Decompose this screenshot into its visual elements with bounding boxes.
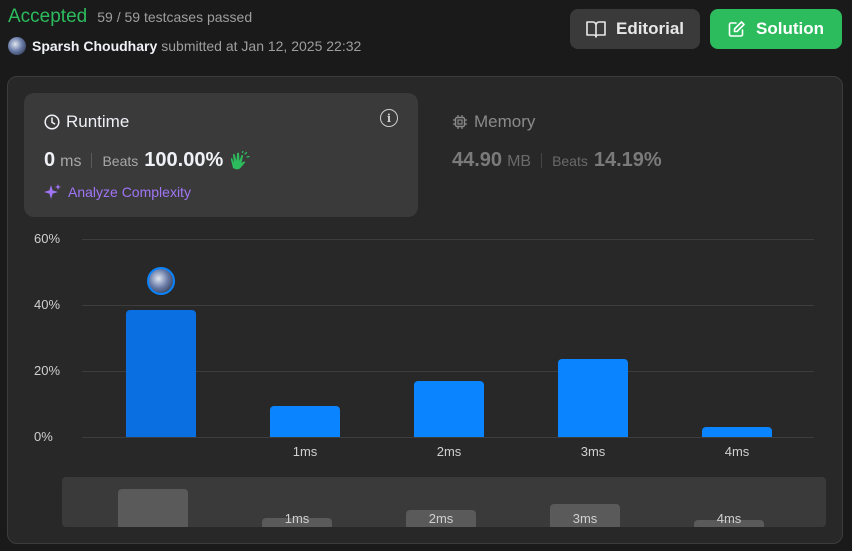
memory-value: 44.90 bbox=[452, 149, 503, 171]
edit-icon bbox=[728, 21, 745, 37]
gridline bbox=[82, 239, 814, 240]
clap-icon bbox=[231, 150, 250, 169]
runtime-unit: ms bbox=[60, 153, 82, 170]
info-icon[interactable]: i bbox=[380, 109, 398, 127]
memory-card[interactable]: Memory 44.90 MB Beats 14.19% bbox=[452, 93, 832, 217]
x-tick-label: 1ms bbox=[292, 444, 318, 459]
y-tick-label: 20% bbox=[34, 363, 61, 378]
x-tick-label: 4ms bbox=[724, 444, 750, 459]
y-tick-label: 60% bbox=[34, 231, 61, 246]
memory-beats-value: 14.19% bbox=[593, 149, 662, 171]
divider bbox=[541, 153, 543, 168]
runtime-range-slider[interactable]: 1ms 2ms 3ms 4ms bbox=[62, 477, 826, 527]
mini-tick-label: 4ms bbox=[716, 511, 742, 526]
y-tick-label: 40% bbox=[34, 297, 61, 312]
accepted-label: Accepted bbox=[8, 6, 88, 27]
runtime-card[interactable]: Runtime i 0 ms Beats 100.00% Analyze Com… bbox=[24, 93, 418, 217]
mini-chart-bar bbox=[118, 489, 188, 527]
avatar[interactable] bbox=[8, 37, 26, 55]
mini-tick-label: 2ms bbox=[428, 511, 454, 526]
solution-label: Solution bbox=[756, 19, 824, 38]
editorial-label: Editorial bbox=[615, 19, 684, 38]
testcases-passed: 59 / 59 testcases passed bbox=[97, 9, 253, 25]
avatar bbox=[147, 266, 175, 295]
book-icon bbox=[586, 21, 606, 38]
mini-tick-label: 1ms bbox=[284, 511, 310, 526]
runtime-beats-label: Beats bbox=[102, 153, 139, 169]
submitter-info: Sparsh Choudhary submitted at Jan 12, 20… bbox=[8, 37, 361, 55]
chip-icon bbox=[453, 115, 467, 129]
memory-metric: 44.90 MB Beats 14.19% bbox=[452, 149, 662, 172]
analyze-complexity-link[interactable]: Analyze Complexity bbox=[44, 183, 191, 201]
x-tick-label: 2ms bbox=[436, 444, 462, 459]
memory-title-label: Memory bbox=[474, 112, 536, 131]
chart-bar[interactable] bbox=[702, 427, 772, 437]
submission-time: submitted at Jan 12, 2025 22:32 bbox=[161, 38, 362, 54]
chart-bar[interactable] bbox=[414, 380, 484, 437]
runtime-beats-value: 100.00% bbox=[144, 149, 224, 171]
runtime-title-label: Runtime bbox=[66, 112, 130, 131]
sparkle-icon bbox=[44, 184, 61, 199]
gridline bbox=[82, 305, 814, 306]
submission-status: Accepted 59 / 59 testcases passed bbox=[8, 6, 252, 28]
gridline bbox=[82, 437, 814, 438]
memory-title: Memory bbox=[452, 112, 535, 132]
memory-beats-label: Beats bbox=[552, 153, 588, 169]
clock-icon bbox=[44, 114, 60, 130]
editorial-button[interactable]: Editorial bbox=[570, 9, 700, 49]
submitter-name[interactable]: Sparsh Choudhary bbox=[32, 38, 157, 54]
memory-unit: MB bbox=[507, 153, 532, 170]
runtime-title: Runtime bbox=[44, 112, 129, 132]
mini-tick-label: 3ms bbox=[572, 511, 598, 526]
y-tick-label: 0% bbox=[34, 429, 53, 444]
x-tick-label: 3ms bbox=[580, 444, 606, 459]
analyze-label: Analyze Complexity bbox=[68, 184, 191, 200]
runtime-metric: 0 ms Beats 100.00% bbox=[44, 149, 250, 172]
chart-bar[interactable] bbox=[270, 405, 340, 437]
runtime-value: 0 bbox=[44, 149, 56, 171]
chart-bar[interactable] bbox=[558, 359, 628, 437]
chart-bar[interactable] bbox=[126, 309, 196, 437]
result-panel: Runtime i 0 ms Beats 100.00% Analyze Com… bbox=[7, 76, 843, 544]
divider bbox=[91, 153, 93, 168]
solution-button[interactable]: Solution bbox=[710, 9, 842, 49]
